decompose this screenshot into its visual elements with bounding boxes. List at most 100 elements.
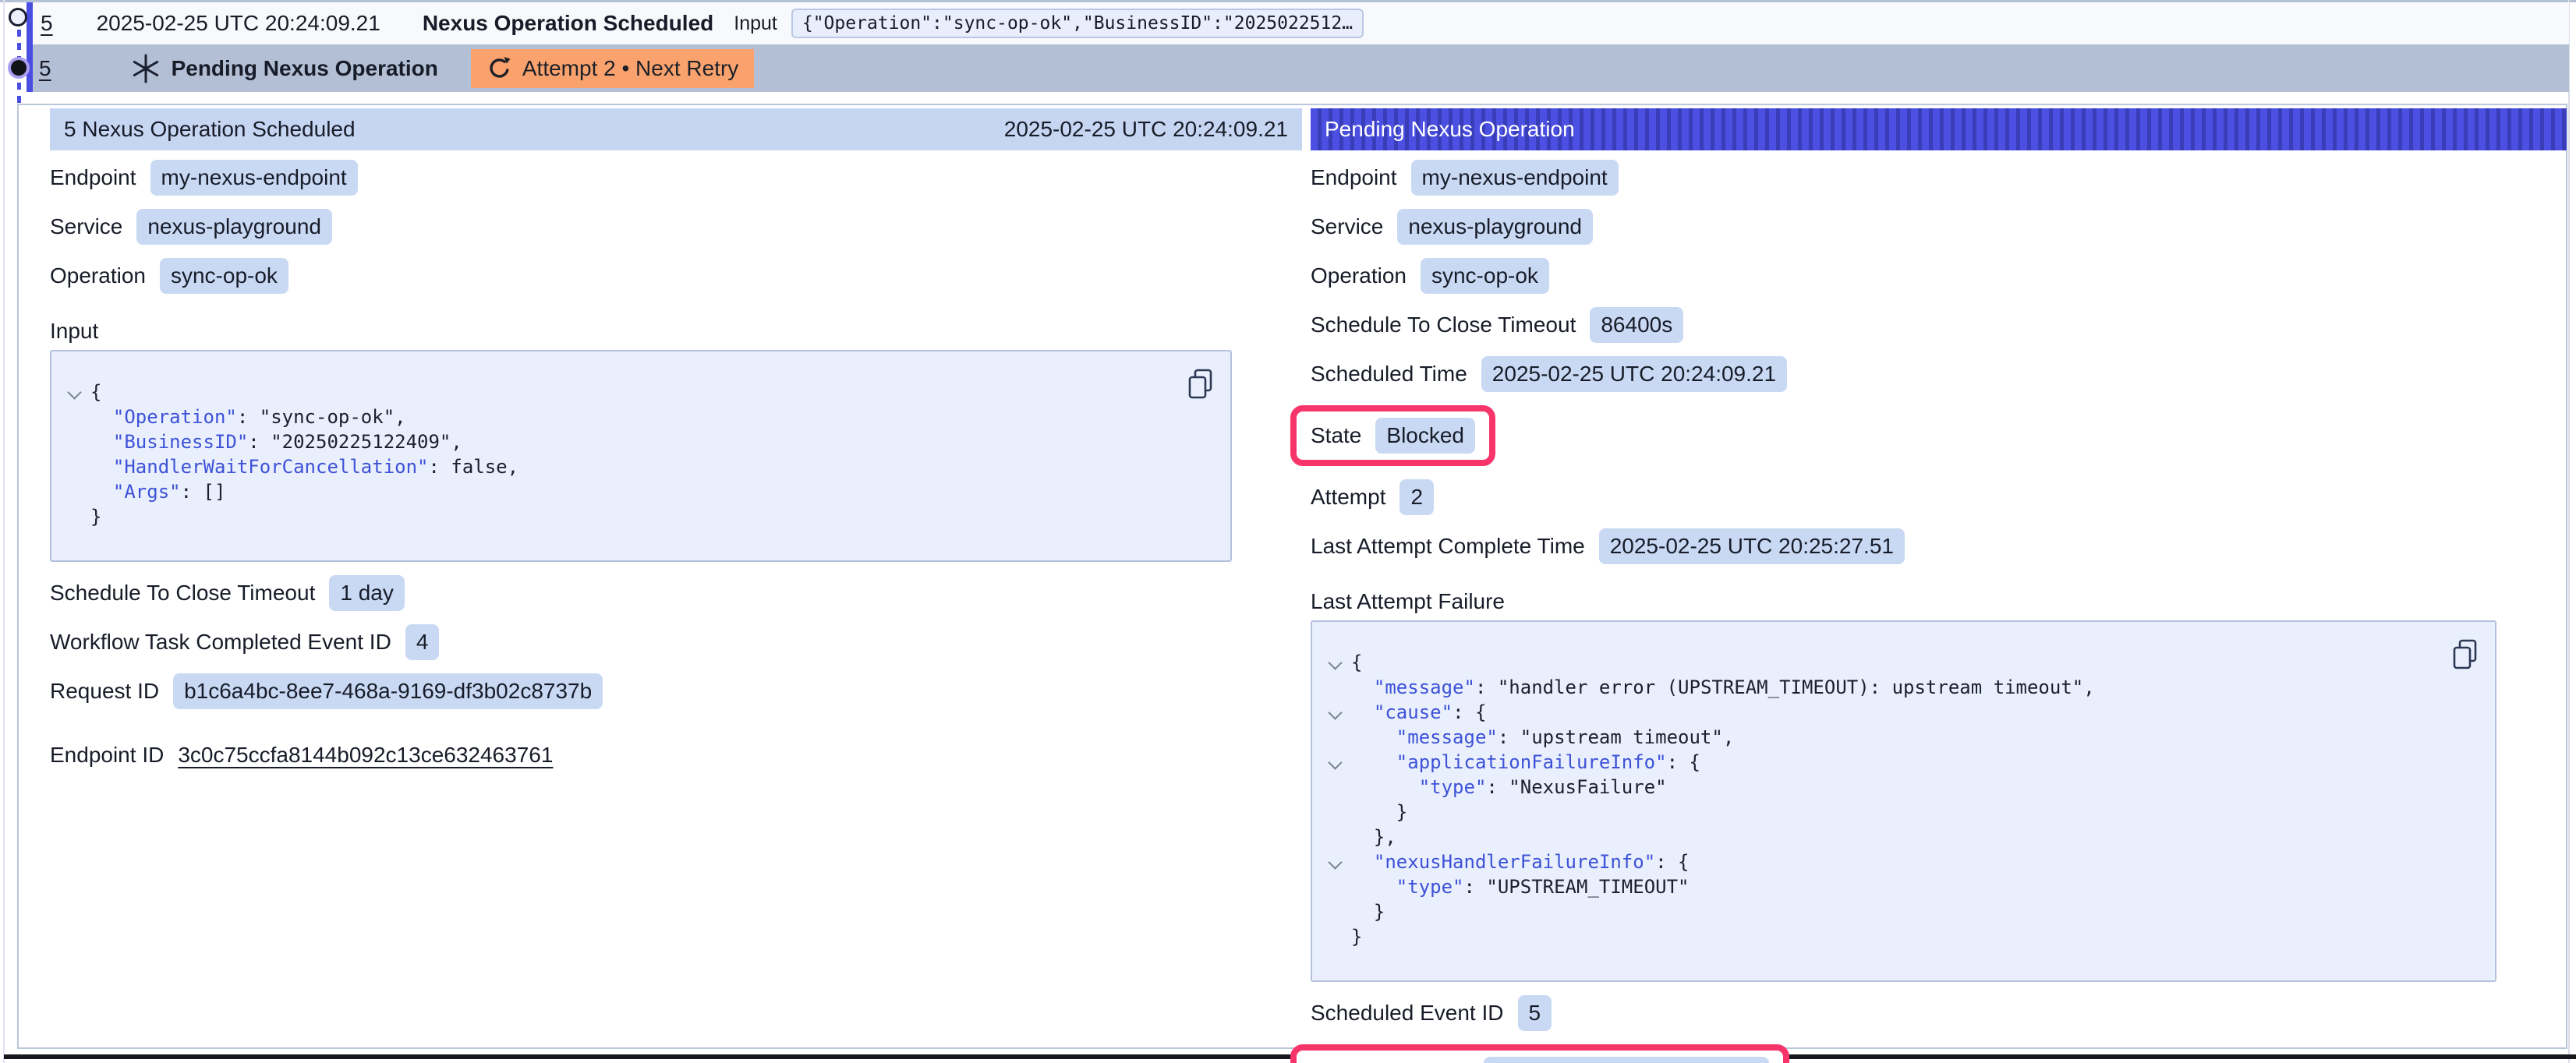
field-row-schedule-to-close: Schedule To Close Timeout 1 day [50, 575, 1302, 611]
event-details-container: 5 Nexus Operation Scheduled 2025-02-25 U… [17, 104, 2567, 1049]
field-label: Schedule To Close Timeout [1311, 313, 1576, 337]
copy-icon[interactable] [1187, 369, 1215, 400]
timeline-current-event-dot-icon [11, 60, 27, 76]
code-line-text: } [1351, 924, 1362, 949]
retry-status-badge: Attempt 2 • Next Retry [471, 49, 754, 88]
field-row-schedule-to-close: Schedule To Close Timeout 86400s [1311, 307, 2567, 343]
field-row-endpoint: Endpoint my-nexus-endpoint [1311, 160, 2567, 196]
field-row-service: Service nexus-playground [1311, 209, 2567, 245]
code-line-text: } [90, 504, 101, 529]
field-row-wft-completed-event-id: Workflow Task Completed Event ID 4 [50, 624, 1302, 660]
field-row-operation: Operation sync-op-ok [1311, 258, 2567, 294]
code-line-text: "Operation": "sync-op-ok", [90, 404, 406, 429]
chevron-spacer [1323, 725, 1351, 750]
field-value-chip: sync-op-ok [1421, 258, 1549, 294]
timeline-event-circle-icon [9, 8, 27, 26]
event-input-label: Input [734, 12, 777, 35]
field-label: Last Attempt Complete Time [1311, 534, 1585, 559]
panel-title: Pending Nexus Operation [1325, 117, 1575, 142]
field-row-attempt: Attempt 2 [1311, 479, 2567, 515]
event-title: Nexus Operation Scheduled [423, 11, 713, 36]
field-label: State [1311, 423, 1361, 448]
copy-icon[interactable] [2451, 639, 2479, 670]
scheduled-event-panel-header: 5 Nexus Operation Scheduled 2025-02-25 U… [50, 108, 1302, 150]
input-json-viewer: { "Operation": "sync-op-ok", "BusinessID… [50, 350, 1232, 562]
code-line-text: "cause": { [1351, 700, 1486, 725]
event-id-link[interactable]: 5 [41, 11, 53, 36]
chevron-spacer [62, 429, 90, 454]
pending-nexus-operation-row[interactable]: 5 Pending Nexus Operation Attempt 2 • Ne… [33, 44, 2569, 92]
field-label: Operation [1311, 263, 1407, 288]
chevron-spacer [1323, 874, 1351, 899]
field-value-chip: b1c6a4bc-8ee7-468a-9169-df3b02c8737b [173, 673, 603, 709]
field-value-chip: my-nexus-endpoint [1411, 160, 1619, 196]
field-value-chip: my-nexus-endpoint [150, 160, 358, 196]
code-line-text: "HandlerWaitForCancellation": false, [90, 454, 518, 479]
field-label: Endpoint [50, 165, 136, 190]
nexus-asterisk-icon [131, 54, 161, 83]
field-value-chip: 1 day [329, 575, 405, 611]
state-highlight-annotation: State Blocked [1290, 405, 1495, 466]
field-label: Attempt [1311, 485, 1385, 510]
collapse-chevron-icon[interactable] [1323, 700, 1351, 725]
field-row-blocked-reason: Blocked Reason The circuit breaker is op… [1311, 1044, 2567, 1063]
field-value-chip: nexus-playground [136, 209, 332, 245]
field-label: Scheduled Event ID [1311, 1001, 1504, 1026]
chevron-spacer [62, 504, 90, 529]
endpoint-id-link[interactable]: 3c0c75ccfa8144b092c13ce632463761 [178, 743, 553, 768]
field-row-scheduled-event-id: Scheduled Event ID 5 [1311, 995, 2567, 1031]
workflow-event-history-screen: 5 2025-02-25 UTC 20:24:09.21 Nexus Opera… [0, 0, 2576, 1063]
collapse-chevron-icon[interactable] [1323, 750, 1351, 775]
left-edge-line [3, 0, 5, 1063]
collapse-chevron-icon[interactable] [1323, 650, 1351, 675]
field-row-scheduled-time: Scheduled Time 2025-02-25 UTC 20:24:09.2… [1311, 356, 2567, 392]
chevron-spacer [62, 404, 90, 429]
field-label: Endpoint [1311, 165, 1397, 190]
selected-row-accent-bar [27, 2, 33, 92]
field-label: Operation [50, 263, 146, 288]
last-attempt-failure-label: Last Attempt Failure [1311, 589, 2567, 614]
chevron-spacer [62, 479, 90, 504]
right-edge-line [2568, 0, 2570, 1063]
field-label: Schedule To Close Timeout [50, 581, 315, 606]
blocked-reason-highlight-annotation: Blocked Reason The circuit breaker is op… [1290, 1044, 1789, 1063]
code-line-text: "Args": [] [90, 479, 225, 504]
panel-title: 5 Nexus Operation Scheduled [64, 117, 1004, 142]
field-value-chip: 5 [1518, 995, 1552, 1031]
field-row-service: Service nexus-playground [50, 209, 1302, 245]
collapse-chevron-icon[interactable] [1323, 849, 1351, 874]
code-line-text: } [1351, 899, 1385, 924]
field-value-chip: sync-op-ok [160, 258, 288, 294]
field-row-last-attempt-complete-time: Last Attempt Complete Time 2025-02-25 UT… [1311, 528, 2567, 564]
field-row-operation: Operation sync-op-ok [50, 258, 1302, 294]
event-timestamp: 2025-02-25 UTC 20:24:09.21 [97, 11, 380, 36]
code-line-text: } [1351, 800, 1407, 825]
field-row-endpoint: Endpoint my-nexus-endpoint [50, 160, 1302, 196]
code-line-text: "type": "UPSTREAM_TIMEOUT" [1351, 874, 1689, 899]
panel-timestamp: 2025-02-25 UTC 20:24:09.21 [1004, 117, 1288, 142]
pending-event-id-link[interactable]: 5 [39, 56, 51, 81]
failure-json-viewer: { "message": "handler error (UPSTREAM_TI… [1311, 620, 2496, 982]
field-row-state: State Blocked [1311, 405, 2567, 466]
collapse-chevron-icon[interactable] [62, 380, 90, 404]
event-row-nexus-operation-scheduled[interactable]: 5 2025-02-25 UTC 20:24:09.21 Nexus Opera… [33, 2, 2569, 44]
field-value-chip: 2025-02-25 UTC 20:25:27.51 [1599, 528, 1905, 564]
field-row-request-id: Request ID b1c6a4bc-8ee7-468a-9169-df3b0… [50, 673, 1302, 709]
field-value-chip: 86400s [1590, 307, 1683, 343]
retry-badge-label: Attempt 2 • Next Retry [522, 56, 738, 81]
field-value-chip: 2025-02-25 UTC 20:24:09.21 [1481, 356, 1787, 392]
code-line-text: "applicationFailureInfo": { [1351, 750, 1700, 775]
event-input-preview-chip: {"Operation":"sync-op-ok","BusinessID":"… [791, 9, 1364, 38]
field-value-chip: 4 [405, 624, 440, 660]
json-code: { "message": "handler error (UPSTREAM_TI… [1323, 650, 2448, 949]
code-line-text: "BusinessID": "20250225122409", [90, 429, 462, 454]
pending-operation-title: Pending Nexus Operation [172, 56, 438, 81]
field-label: Workflow Task Completed Event ID [50, 630, 391, 655]
field-value-chip: 2 [1399, 479, 1434, 515]
chevron-spacer [62, 454, 90, 479]
code-line-text: "type": "NexusFailure" [1351, 775, 1667, 800]
blocked-reason-value-chip: The circuit breaker is open. [1484, 1057, 1769, 1063]
chevron-spacer [1323, 775, 1351, 800]
code-line-text: "message": "upstream timeout", [1351, 725, 1734, 750]
field-label: Scheduled Time [1311, 362, 1467, 387]
